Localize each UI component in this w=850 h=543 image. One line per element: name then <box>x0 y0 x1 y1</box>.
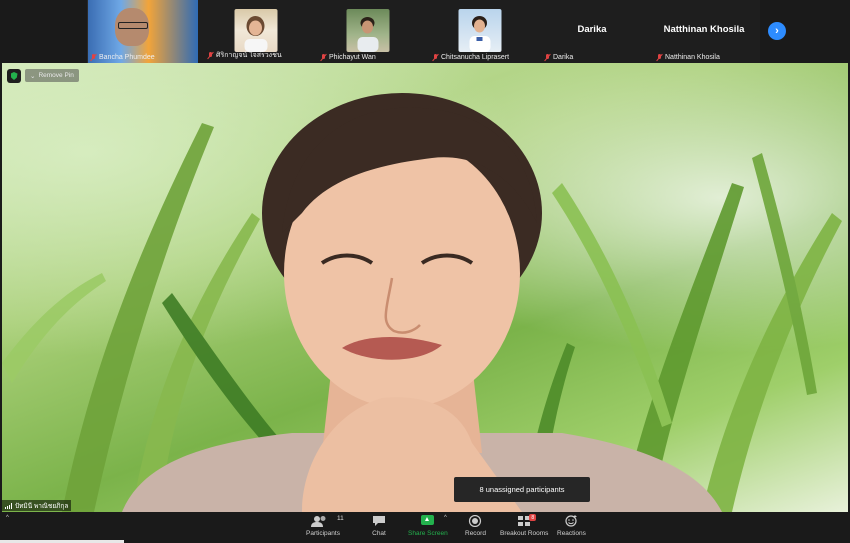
participant-name: Darika <box>545 54 573 61</box>
participant-display-name: Darika <box>577 24 607 35</box>
participant-photo <box>234 9 277 52</box>
chat-icon <box>372 515 386 527</box>
unassigned-participants-notice[interactable]: 8 unassigned participants <box>454 477 590 502</box>
participant-photo <box>458 9 502 52</box>
participant-tile-3[interactable]: Phichayut Wan <box>312 0 424 63</box>
participants-count: 11 <box>336 515 344 522</box>
participant-glasses <box>118 22 148 29</box>
reactions-icon <box>564 515 578 527</box>
participant-name: Chitsanucha Liprasert <box>433 54 509 61</box>
share-screen-button[interactable]: Share Screen <box>408 515 448 537</box>
participant-tile-5[interactable]: Darika Darika <box>536 0 648 63</box>
participant-tile-6[interactable]: Natthinan Khosila Natthinan Khosila <box>648 0 760 63</box>
options-caret-icon[interactable]: ^ <box>6 515 9 521</box>
participants-icon: 11 <box>310 515 344 527</box>
shield-icon <box>7 69 21 83</box>
participant-photo <box>346 9 390 52</box>
participants-button[interactable]: 11 Participants <box>306 515 344 537</box>
participant-name: Natthinan Khosila <box>657 54 720 61</box>
participant-tile-2[interactable]: ศิริกาญจน์ ใจสรวงชน <box>199 0 312 63</box>
mic-muted-icon <box>657 54 662 61</box>
participant-name: Phichayut Wan <box>321 54 376 61</box>
mic-muted-icon <box>91 54 96 61</box>
signal-bars-icon <box>5 502 12 509</box>
participant-strip: Bancha Phumdee ศิริกาญจน์ ใจสรวงชน Phich… <box>0 0 850 64</box>
record-icon <box>468 514 482 528</box>
reactions-button[interactable]: Reactions <box>557 515 586 537</box>
chevron-right-icon[interactable]: › <box>768 22 786 40</box>
mic-muted-icon <box>545 54 550 61</box>
share-options-caret-icon[interactable]: ^ <box>444 515 447 521</box>
pin-icon: ⌄ <box>30 72 36 80</box>
speaker-figure <box>122 93 722 512</box>
breakout-rooms-icon: 8 <box>517 514 537 527</box>
participant-name: Bancha Phumdee <box>91 54 155 61</box>
main-speaker-video: ⌄ Remove Pin 8 unassigned participants ป… <box>2 63 848 512</box>
record-button[interactable]: Record <box>465 514 486 537</box>
meeting-toolbar: ^ 11 Participants Chat Share Screen ^ Re… <box>0 512 850 543</box>
chat-button[interactable]: Chat <box>372 515 386 537</box>
participant-tile-1[interactable]: Bancha Phumdee <box>87 0 200 64</box>
mic-muted-icon <box>208 52 213 59</box>
breakout-rooms-button[interactable]: 8 Breakout Rooms <box>500 514 548 537</box>
mic-muted-icon <box>321 54 326 61</box>
participant-display-name: Natthinan Khosila <box>663 24 745 35</box>
share-screen-icon <box>420 515 435 527</box>
speaker-name-label: ปัทมินี พาณิชยภิกุล <box>2 500 72 511</box>
participant-tile-4[interactable]: Chitsanucha Liprasert <box>424 0 536 63</box>
mic-muted-icon <box>433 54 438 61</box>
participant-name: ศิริกาญจน์ ใจสรวงชน <box>208 50 282 61</box>
remove-pin-button[interactable]: ⌄ Remove Pin <box>25 69 79 82</box>
breakout-badge: 8 <box>529 514 537 521</box>
